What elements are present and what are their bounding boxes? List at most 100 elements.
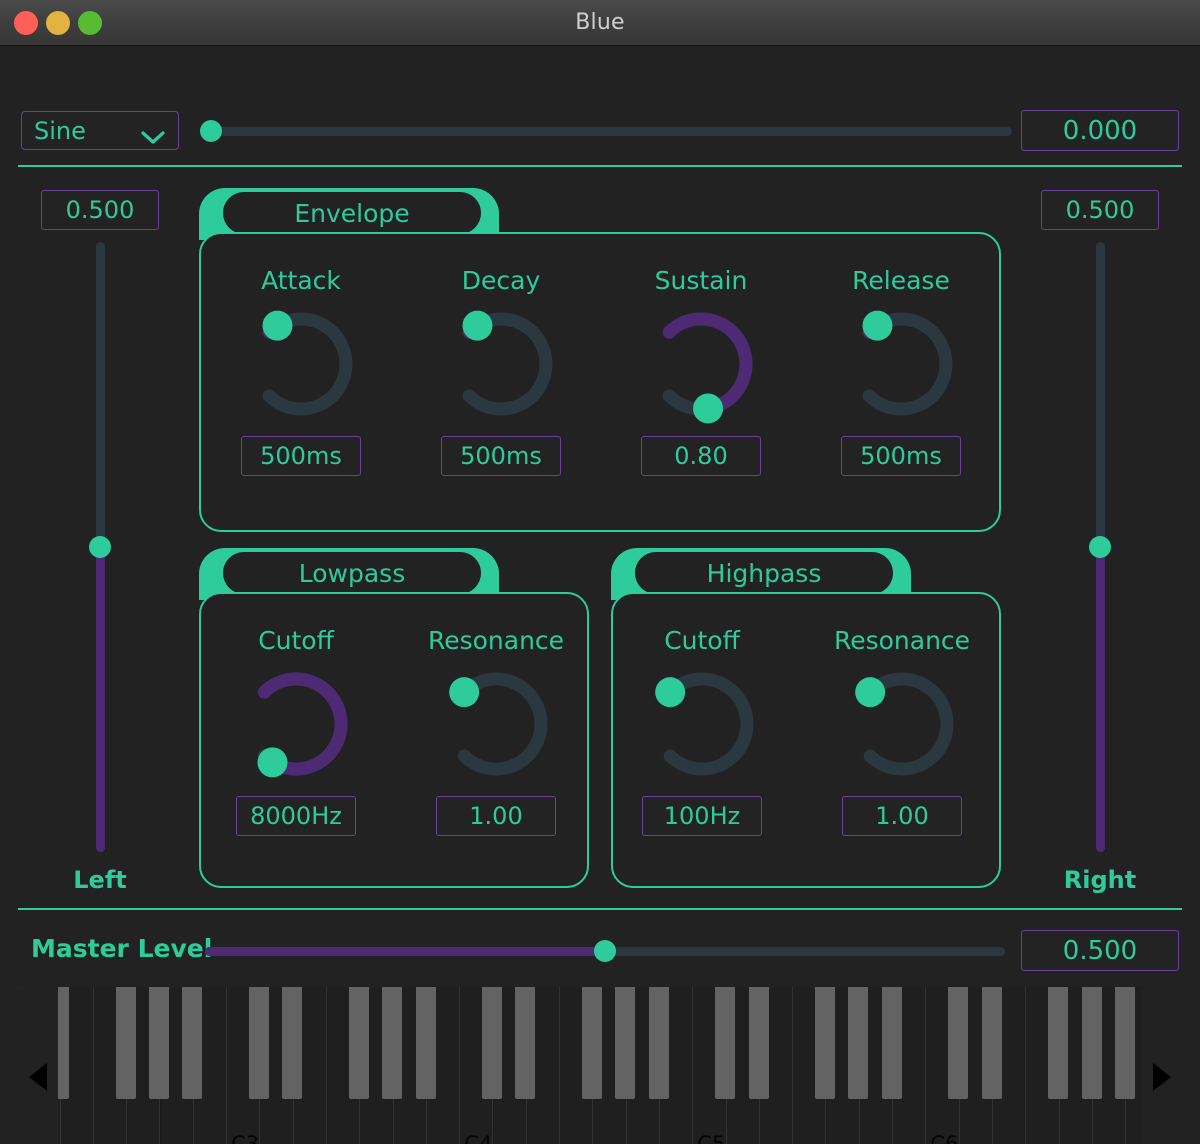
detune-slider[interactable] <box>200 120 1012 142</box>
knob-cell-release: Release 500ms <box>801 266 1001 476</box>
black-key[interactable] <box>149 987 170 1099</box>
knob-label-decay: Decay <box>461 266 541 295</box>
black-key[interactable] <box>182 987 203 1099</box>
highpass-panel: Cutoff 100Hz Resonance 1.00 <box>611 592 1001 888</box>
black-key[interactable] <box>115 987 136 1099</box>
detune-value-field[interactable]: 0.000 <box>1021 110 1179 151</box>
black-key[interactable] <box>249 987 270 1099</box>
knob-label-lowpass-cutoff: Cutoff <box>258 626 334 655</box>
plugin-body: Sine 0.000 0.500 Left 0.500 Right Envelo… <box>0 46 1200 1144</box>
black-key[interactable] <box>848 987 869 1099</box>
knob-label-sustain: Sustain <box>654 266 748 295</box>
octave-label: C6 <box>930 1132 959 1144</box>
knob-value-lowpass-resonance[interactable]: 1.00 <box>436 796 556 836</box>
right-gain-value-field[interactable]: 0.500 <box>1041 190 1159 230</box>
knob-value-attack[interactable]: 500ms <box>241 436 361 476</box>
octave-label: C5 <box>697 1132 726 1144</box>
black-key[interactable] <box>515 987 536 1099</box>
waveform-select-label: Sine <box>34 116 86 145</box>
left-gain-slider-handle[interactable] <box>89 536 111 558</box>
black-key[interactable] <box>748 987 769 1099</box>
knob-cell-highpass-resonance: Resonance 1.00 <box>802 626 1002 836</box>
left-gain-slider-fill <box>96 547 105 852</box>
waveform-select[interactable]: Sine <box>21 111 179 150</box>
black-key[interactable] <box>1081 987 1102 1099</box>
envelope-group: Envelope Attack 500ms Decay 500ms Sustai… <box>199 188 1001 532</box>
black-key[interactable] <box>382 987 403 1099</box>
black-key[interactable] <box>981 987 1002 1099</box>
black-key[interactable] <box>582 987 603 1099</box>
knob-label-highpass-cutoff: Cutoff <box>664 626 740 655</box>
knob-lowpass-cutoff[interactable] <box>236 664 356 784</box>
left-gain-value-field[interactable]: 0.500 <box>41 190 159 230</box>
black-key[interactable] <box>348 987 369 1099</box>
black-key[interactable] <box>881 987 902 1099</box>
black-key[interactable] <box>715 987 736 1099</box>
window-title: Blue <box>575 10 625 35</box>
highpass-group: Highpass Cutoff 100Hz Resonance 1.00 <box>611 548 1001 888</box>
knob-value-sustain[interactable]: 0.80 <box>641 436 761 476</box>
keyboard-scroll-left[interactable] <box>18 987 58 1144</box>
lowpass-group: Lowpass Cutoff 8000Hz Resonance 1.00 <box>199 548 589 888</box>
black-key[interactable] <box>1048 987 1069 1099</box>
black-key[interactable] <box>815 987 836 1099</box>
knob-attack[interactable] <box>241 304 361 424</box>
lowpass-panel: Cutoff 8000Hz Resonance 1.00 <box>199 592 589 888</box>
knob-cell-lowpass-resonance: Resonance 1.00 <box>396 626 596 836</box>
right-gain-slider[interactable] <box>1089 242 1111 852</box>
left-gain-slider[interactable] <box>89 242 111 852</box>
black-key[interactable] <box>415 987 436 1099</box>
right-channel-label: Right <box>1063 866 1137 894</box>
knob-release[interactable] <box>841 304 961 424</box>
left-channel-label: Left <box>73 866 127 894</box>
divider-bottom <box>18 908 1182 910</box>
knob-cell-attack: Attack 500ms <box>201 266 401 476</box>
knob-label-lowpass-resonance: Resonance <box>427 626 565 655</box>
knob-value-highpass-cutoff[interactable]: 100Hz <box>642 796 762 836</box>
octave-label: C4 <box>464 1132 493 1144</box>
knob-sustain[interactable] <box>641 304 761 424</box>
black-key[interactable] <box>615 987 636 1099</box>
lowpass-tab[interactable]: Lowpass <box>221 550 483 596</box>
keyboard-scroll-right[interactable] <box>1142 987 1182 1144</box>
knob-value-lowpass-cutoff[interactable]: 8000Hz <box>236 796 356 836</box>
knob-decay[interactable] <box>441 304 561 424</box>
envelope-tab[interactable]: Envelope <box>221 190 483 236</box>
black-key[interactable] <box>1114 987 1135 1099</box>
knob-highpass-resonance[interactable] <box>842 664 962 784</box>
knob-label-attack: Attack <box>261 266 341 295</box>
plugin-window: Blue Sine 0.000 0.500 Left 0.500 Right E… <box>0 0 1200 1144</box>
right-gain-slider-handle[interactable] <box>1089 536 1111 558</box>
knob-cell-decay: Decay 500ms <box>401 266 601 476</box>
master-level-slider-handle[interactable] <box>594 940 616 962</box>
black-key[interactable] <box>282 987 303 1099</box>
triangle-left-icon <box>29 1063 47 1091</box>
black-key[interactable] <box>948 987 969 1099</box>
knob-cell-highpass-cutoff: Cutoff 100Hz <box>602 626 802 836</box>
knob-value-release[interactable]: 500ms <box>841 436 961 476</box>
knob-cell-sustain: Sustain 0.80 <box>601 266 801 476</box>
divider-top <box>18 165 1182 167</box>
envelope-panel: Attack 500ms Decay 500ms Sustain 0.80 Re… <box>199 232 1001 532</box>
master-level-slider[interactable] <box>205 940 1005 962</box>
black-key[interactable] <box>648 987 669 1099</box>
black-key[interactable] <box>482 987 503 1099</box>
piano-keyboard[interactable]: C2C3C4C5C6C7 <box>18 987 1182 1144</box>
knob-value-decay[interactable]: 500ms <box>441 436 561 476</box>
triangle-right-icon <box>1153 1063 1171 1091</box>
chevron-down-icon <box>140 123 166 144</box>
knob-highpass-cutoff[interactable] <box>642 664 762 784</box>
highpass-tab[interactable]: Highpass <box>633 550 895 596</box>
knob-cell-lowpass-cutoff: Cutoff 8000Hz <box>196 626 396 836</box>
detune-slider-track <box>200 127 1012 136</box>
detune-slider-handle[interactable] <box>200 120 222 142</box>
knob-label-release: Release <box>852 266 950 295</box>
master-level-value-field[interactable]: 0.500 <box>1021 930 1179 971</box>
octave-label: C3 <box>231 1132 260 1144</box>
knob-lowpass-resonance[interactable] <box>436 664 556 784</box>
knob-value-highpass-resonance[interactable]: 1.00 <box>842 796 962 836</box>
master-level-slider-fill <box>205 947 605 956</box>
right-gain-slider-fill <box>1096 547 1105 852</box>
title-bar: Blue <box>0 0 1200 46</box>
master-level-label: Master Level <box>31 934 213 963</box>
